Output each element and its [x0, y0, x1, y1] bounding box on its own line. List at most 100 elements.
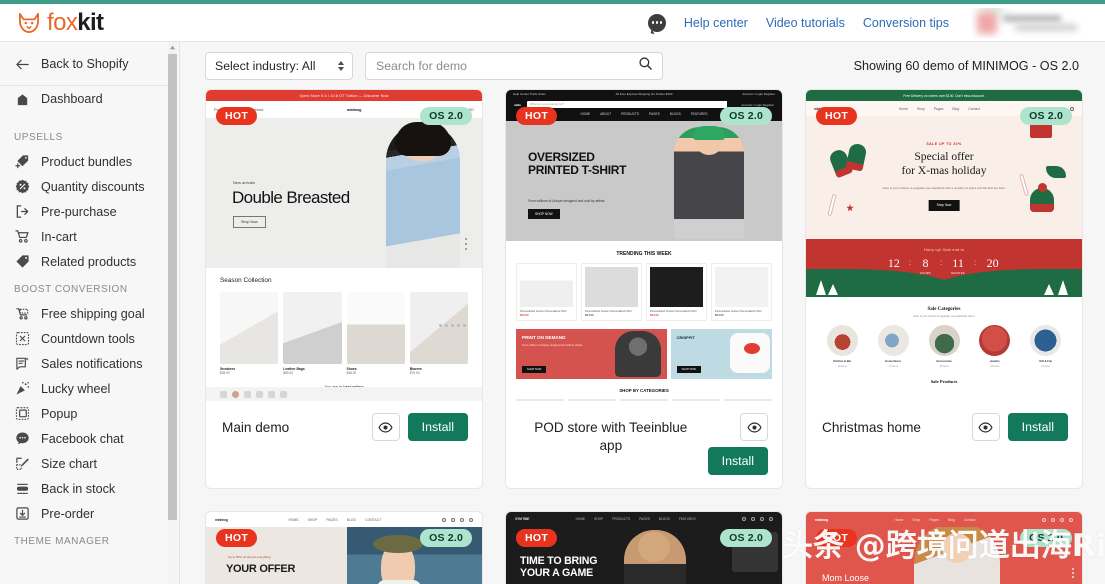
demo-card[interactable]: Help Center Track Order All Free Express… — [505, 89, 783, 489]
preview-button[interactable] — [740, 413, 768, 441]
sidebar-item-countdown-tools[interactable]: Countdown tools — [0, 326, 173, 351]
sidebar-item-label: Facebook chat — [41, 431, 124, 446]
mockup-model-image — [386, 122, 460, 268]
conversion-tips-link[interactable]: Conversion tips — [863, 16, 949, 30]
slider-dots-icon — [465, 238, 467, 250]
demo-title: Christmas home — [822, 420, 921, 435]
brand-logo[interactable]: foxkit — [18, 8, 104, 37]
sidebar-item-back-to-shopify[interactable]: Back to Shopify — [0, 51, 173, 77]
search-wrapper — [365, 51, 663, 80]
sidebar-item-facebook-chat[interactable]: Facebook chat — [0, 426, 173, 451]
mockup-logo: minimog — [346, 107, 362, 112]
mockup-section-title: Sale Categories — [927, 307, 961, 312]
demo-preview[interactable]: Free Delivery on orders over $100. Don't… — [806, 90, 1082, 401]
eye-icon — [978, 421, 993, 433]
demo-card-footer: Christmas home Install — [806, 401, 1082, 488]
sidebar-item-back-in-stock[interactable]: Back in stock — [0, 476, 173, 501]
brand-fox: fox — [47, 8, 78, 36]
mockup-hero: OVERSIZED PRINTED T-SHIRT From millions o… — [506, 121, 782, 241]
sidebar-section-upsells-heading: UPSELLS — [14, 132, 63, 143]
demo-card[interactable]: Open Store 9.4 / 10.8 OT Tuition — Disco… — [205, 89, 483, 489]
sidebar-item-label: Lucky wheel — [41, 381, 111, 396]
sidebar-item-size-chart[interactable]: Size chart — [0, 451, 173, 476]
sidebar-item-in-cart[interactable]: In-cart — [0, 224, 173, 249]
hot-badge: HOT — [216, 107, 258, 125]
site-mockup-mom-loose: minimog Home Shop Pages Blog Contact Mom Loo… — [806, 512, 1082, 584]
preview-button[interactable] — [971, 413, 1000, 441]
slider-pager-icon — [439, 324, 466, 327]
mockup-cta: SHOP NOW — [528, 209, 560, 219]
sidebar-item-popup[interactable]: Popup — [0, 401, 173, 426]
countdown-minutes: 11 MINUTES — [951, 256, 965, 275]
sidebar-item-lucky-wheel[interactable]: Lucky wheel — [0, 376, 173, 401]
notification-card-icon — [14, 356, 30, 372]
mockup-headline: Double Breasted — [232, 188, 350, 207]
demo-card[interactable]: GYM TIME HOME SHOP PRODUCTS PAGES BLOGS FEATU… — [505, 511, 783, 584]
install-button[interactable]: Install — [407, 413, 468, 441]
sidebar-item-quantity-discounts[interactable]: Quantity discounts — [0, 174, 173, 199]
os-badge: OS 2.0 — [1020, 529, 1072, 547]
user-profile-blurred[interactable] — [971, 7, 1091, 38]
mockup-promo-a: PRINT ON DEMAND From millions of Unique … — [516, 329, 667, 380]
sidebar-item-free-shipping-goal[interactable]: Free shipping goal — [0, 301, 173, 326]
install-button[interactable]: Install — [707, 447, 768, 475]
sidebar-item-pre-order[interactable]: Pre-order — [0, 501, 173, 526]
eye-icon — [378, 421, 393, 433]
site-mockup-christmas-home: Free Delivery on orders over $100. Don't… — [806, 90, 1082, 401]
ruler-pencil-icon — [14, 456, 30, 472]
demo-actions: Install — [971, 413, 1068, 441]
top-bar-right: Help center Video tutorials Conversion t… — [647, 7, 1091, 38]
os-badge: OS 2.0 — [1020, 107, 1072, 125]
hot-badge: HOT — [516, 529, 558, 547]
mockup-cta: Shop Now — [928, 200, 960, 211]
sidebar-item-dashboard[interactable]: Dashboard — [0, 86, 173, 112]
preview-button[interactable] — [371, 413, 400, 441]
video-tutorials-link[interactable]: Video tutorials — [766, 16, 845, 30]
help-center-link[interactable]: Help center — [684, 16, 748, 30]
site-mockup-pod-store: Help Center Track Order All Free Express… — [506, 90, 782, 401]
sidebar-item-label: Quantity discounts — [41, 179, 145, 194]
demo-grid: Open Store 9.4 / 10.8 OT Tuition — Disco… — [180, 89, 1105, 489]
demo-preview[interactable]: GYM TIME HOME SHOP PRODUCTS PAGES BLOGS FEATU… — [506, 512, 782, 584]
chat-bubble-icon[interactable] — [647, 13, 666, 32]
main-content: Select industry: All Showing 60 demo of … — [180, 42, 1105, 584]
demo-actions: Install — [707, 413, 768, 475]
sidebar-item-label: Back to Shopify — [41, 57, 129, 71]
hot-badge: HOT — [816, 529, 858, 547]
sidebar-item-pre-purchase[interactable]: Pre-purchase — [0, 199, 173, 224]
install-button[interactable]: Install — [1007, 413, 1068, 441]
sidebar-scrollbar-thumb[interactable] — [168, 54, 177, 520]
demo-card[interactable]: minimog Home Shop Pages Blog Contact Mom Loo… — [805, 511, 1083, 584]
sidebar-item-product-bundles[interactable]: Product bundles — [0, 149, 173, 174]
demo-preview[interactable]: Open Store 9.4 / 10.8 OT Tuition — Disco… — [206, 90, 482, 401]
sidebar-item-related-products[interactable]: Related products — [0, 249, 173, 274]
industry-select[interactable]: Select industry: All — [205, 51, 353, 80]
sidebar-scroll-area: Back to Shopify Dashboard UPSELLS Produc… — [0, 42, 173, 584]
sidebar-item-label: Back in stock — [41, 481, 116, 496]
search-input[interactable] — [365, 51, 663, 80]
hot-badge: HOT — [516, 107, 558, 125]
mockup-cta: Shop Now — [233, 216, 266, 228]
brand-wordmark: foxkit — [47, 8, 104, 37]
os-badge: OS 2.0 — [720, 529, 772, 547]
scroll-up-arrow-icon[interactable] — [169, 44, 176, 51]
site-mockup-main-demo: Open Store 9.4 / 10.8 OT Tuition — Disco… — [206, 90, 482, 401]
demo-card-footer: POD store with Teeinblue app Install — [506, 401, 782, 488]
mockup-section-title: TRENDING THIS WEEK — [616, 251, 672, 257]
demo-card[interactable]: minimog HOME SHOP PAGES BLOG CONTACT Up to 5… — [205, 511, 483, 584]
demo-preview[interactable]: minimog Home Shop Pages Blog Contact Mom Loo… — [806, 512, 1082, 584]
demo-title: POD store with Teeinblue app — [534, 420, 688, 454]
demo-preview[interactable]: minimog HOME SHOP PAGES BLOG CONTACT Up to 5… — [206, 512, 482, 584]
demo-preview[interactable]: Help Center Track Order All Free Express… — [506, 90, 782, 401]
site-mockup-offer: minimog HOME SHOP PAGES BLOG CONTACT Up to 5… — [206, 512, 482, 584]
site-mockup-gym: GYM TIME HOME SHOP PRODUCTS PAGES BLOGS FEATU… — [506, 512, 782, 584]
demo-title: Main demo — [222, 420, 290, 435]
demo-card[interactable]: Free Delivery on orders over $100. Don't… — [805, 89, 1083, 489]
os-badge: OS 2.0 — [720, 107, 772, 125]
search-icon[interactable] — [638, 56, 653, 76]
sidebar-item-sales-notifications[interactable]: Sales notifications — [0, 351, 173, 376]
mockup-nav: minimog HomeShopPagesBlogContact — [806, 512, 1082, 527]
os-badge: OS 2.0 — [420, 107, 472, 125]
eye-icon — [746, 421, 762, 433]
discount-badge-icon — [14, 179, 30, 195]
